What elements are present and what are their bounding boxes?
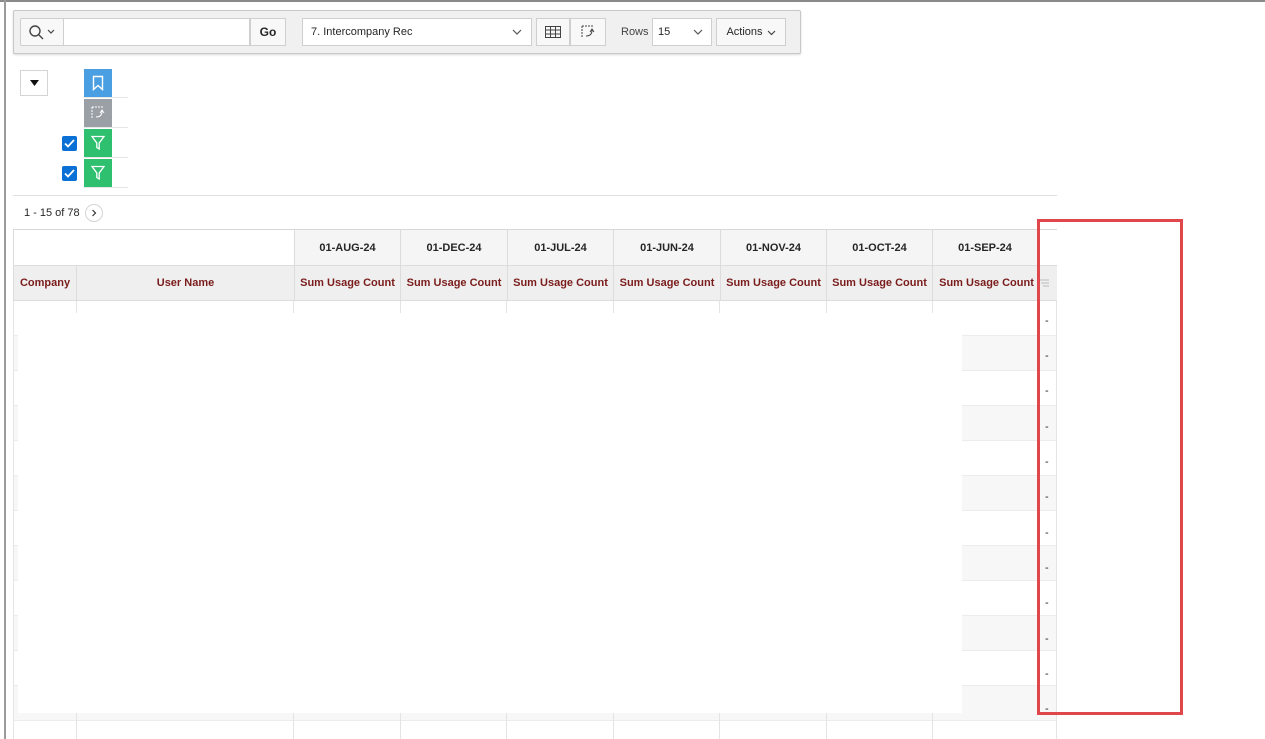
rows-per-page-select[interactable]: 15 (652, 18, 712, 46)
pivot-header-blank (13, 230, 294, 265)
search-icon (29, 25, 55, 40)
section-divider (13, 195, 1057, 196)
column-header-sum-aug[interactable]: Sum Usage Count (294, 266, 400, 300)
chevron-down-icon (512, 29, 522, 35)
actions-menu-button[interactable]: Actions (716, 18, 786, 46)
pagination: 1 - 15 of 78 (24, 204, 103, 222)
actions-label: Actions (726, 26, 763, 38)
pivot-header-row: 01-AUG-24 01-DEC-24 01-JUL-24 01-JUN-24 … (13, 229, 1057, 265)
filter-icon (91, 135, 105, 151)
pivot-header-dec: 01-DEC-24 (400, 230, 507, 265)
pivot-header-jun: 01-JUN-24 (613, 230, 720, 265)
saved-report-setting[interactable] (84, 69, 112, 97)
settings-divider (84, 157, 128, 158)
column-divider (13, 301, 14, 739)
filter-icon (91, 165, 105, 181)
chevron-down-icon (767, 30, 775, 35)
window-top-border (0, 0, 1265, 2)
filter-1-setting[interactable] (84, 129, 112, 157)
pivot-icon (581, 25, 595, 38)
search-column-button[interactable] (20, 18, 64, 46)
column-header-sum-dec[interactable]: Sum Usage Count (400, 266, 507, 300)
pivot-table: 01-AUG-24 01-DEC-24 01-JUL-24 01-JUN-24 … (13, 229, 1057, 739)
column-header-sum-sep[interactable]: Sum Usage Count (932, 266, 1040, 300)
settings-divider (84, 97, 128, 98)
pivot-icon (91, 106, 105, 119)
rows-value: 15 (658, 26, 671, 38)
next-page-button[interactable] (84, 204, 103, 222)
view-pivot-button[interactable] (570, 18, 606, 46)
saved-report-value: 7. Intercompany Rec (311, 26, 413, 38)
table-grid-icon (545, 26, 561, 38)
search-input[interactable] (64, 18, 250, 46)
column-header-row: Company User Name Sum Usage Count Sum Us… (13, 265, 1057, 301)
pivot-header-oct: 01-OCT-24 (826, 230, 932, 265)
view-report-button[interactable] (536, 18, 570, 46)
bookmark-icon (92, 75, 104, 91)
chevron-down-icon (693, 29, 703, 35)
saved-report-select[interactable]: 7. Intercompany Rec (302, 18, 532, 46)
collapse-settings-button[interactable] (20, 70, 48, 96)
column-header-sum-nov[interactable]: Sum Usage Count (720, 266, 826, 300)
redacted-area (18, 313, 962, 713)
filter-1-checkbox[interactable] (62, 136, 77, 151)
chevron-right-icon (91, 209, 97, 217)
checkmark-icon (64, 169, 75, 178)
checkmark-icon (64, 139, 75, 148)
highlight-box (1037, 219, 1183, 715)
settings-divider (84, 127, 128, 128)
report-toolbar: Go 7. Intercompany Rec Rows 15 Actions (13, 10, 801, 54)
window-left-border (4, 0, 6, 739)
column-header-user-name[interactable]: User Name (76, 266, 294, 300)
settings-divider (84, 187, 128, 188)
pivot-header-aug: 01-AUG-24 (294, 230, 400, 265)
go-button[interactable]: Go (250, 18, 286, 46)
pagination-range: 1 - 15 of 78 (24, 207, 80, 219)
column-header-company[interactable]: Company (13, 266, 76, 300)
pivot-header-sep: 01-SEP-24 (932, 230, 1037, 265)
caret-down-icon (29, 80, 39, 86)
filter-2-setting[interactable] (84, 159, 112, 187)
pivot-header-nov: 01-NOV-24 (720, 230, 826, 265)
pivot-header-jul: 01-JUL-24 (507, 230, 613, 265)
filter-2-checkbox[interactable] (62, 166, 77, 181)
column-header-sum-jul[interactable]: Sum Usage Count (507, 266, 613, 300)
rows-label: Rows (621, 26, 649, 38)
column-header-sum-oct[interactable]: Sum Usage Count (826, 266, 932, 300)
pivot-setting[interactable] (84, 99, 112, 127)
column-header-sum-jun[interactable]: Sum Usage Count (613, 266, 720, 300)
